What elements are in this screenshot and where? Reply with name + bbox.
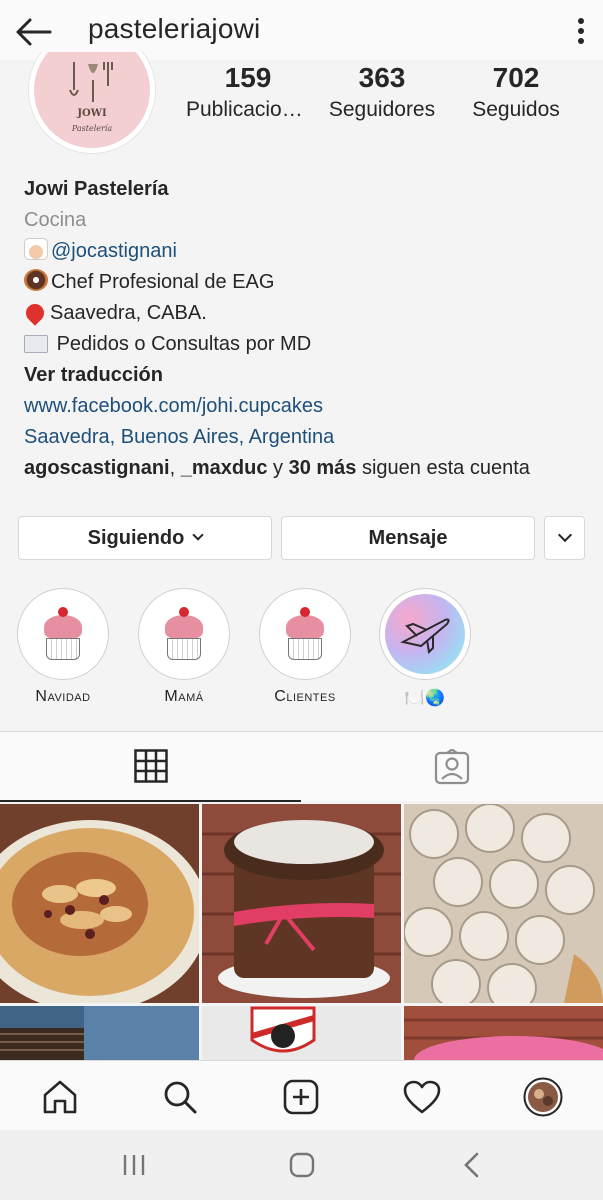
bio-location-line: Saavedra, CABA. xyxy=(50,302,207,324)
suggested-accounts-button[interactable] xyxy=(544,516,585,560)
stat-followers-label: Seguidores xyxy=(328,98,436,121)
home-button-icon[interactable] xyxy=(282,1150,322,1180)
airplane-icon xyxy=(385,594,465,674)
envelope-emoji-icon xyxy=(24,335,48,353)
bio-chef-line: Chef Profesional de EAG xyxy=(51,271,275,293)
more-options-icon[interactable] xyxy=(573,16,589,46)
stat-followers-count: 363 xyxy=(358,62,406,93)
followed-by-and: y xyxy=(267,457,289,479)
profile-category: Cocina xyxy=(24,209,87,231)
highlight-travel[interactable]: 🍽️🌏 xyxy=(375,588,475,708)
stat-followers[interactable]: 363 Seguidores xyxy=(322,62,442,122)
post-thumbnail-layer-cake[interactable] xyxy=(0,1006,199,1060)
bio-mention-link[interactable]: @jocastignani xyxy=(51,240,177,262)
system-navigation-bar xyxy=(0,1130,603,1200)
location-pin-emoji-icon xyxy=(22,300,48,326)
highlight-label: Navidad xyxy=(35,688,91,705)
search-icon[interactable] xyxy=(158,1075,202,1119)
profile-bio: Jowi Pastelería Cocina @jocastignani Che… xyxy=(22,174,584,484)
highlight-ring xyxy=(259,588,351,680)
highlight-clientes[interactable]: Clientes xyxy=(255,588,355,706)
cupcake-icon xyxy=(265,594,345,674)
stat-posts[interactable]: 159 Publicaciones xyxy=(186,62,310,122)
bio-orders-line: Pedidos o Consultas por MD xyxy=(56,333,312,355)
tagged-person-icon xyxy=(434,749,470,785)
stat-following-count: 702 xyxy=(492,62,540,93)
avatar-brand-subtitle: Pastelería xyxy=(71,124,113,133)
post-thumbnail-apple-tart[interactable] xyxy=(0,804,199,1003)
stat-posts-label: Publicaciones xyxy=(186,98,310,121)
post-thumbnail-river-plate-cake[interactable] xyxy=(202,1006,401,1060)
chevron-down-icon xyxy=(192,529,204,541)
profile-avatar[interactable]: JOWI Pastelería xyxy=(26,52,158,158)
following-button-label: Siguiendo xyxy=(87,526,185,549)
system-back-icon[interactable] xyxy=(452,1150,492,1180)
post-thumbnail-meringue-pie[interactable] xyxy=(404,804,603,1003)
add-post-icon[interactable] xyxy=(279,1075,323,1119)
top-bar: pasteleriajowi xyxy=(0,0,603,60)
post-thumbnail-chocolate-cake[interactable] xyxy=(202,804,401,1003)
tab-tagged[interactable] xyxy=(301,732,603,802)
followed-by-suffix: siguen esta cuenta xyxy=(356,457,530,479)
cupcake-icon xyxy=(144,594,224,674)
bio-website-link[interactable]: www.facebook.com/johi.cupcakes xyxy=(24,391,584,422)
message-button[interactable]: Mensaje xyxy=(281,516,535,560)
stat-following-label: Seguidos xyxy=(472,98,560,121)
highlight-navidad[interactable]: Navidad xyxy=(13,588,113,706)
see-translation-link[interactable]: Ver traducción xyxy=(24,360,584,391)
highlight-ring xyxy=(17,588,109,680)
message-button-label: Mensaje xyxy=(368,526,448,549)
follower-name-2: _maxduc xyxy=(180,457,268,479)
follower-name-1: agoscastignani xyxy=(24,457,170,479)
recent-apps-icon[interactable] xyxy=(114,1150,154,1180)
bio-address-link[interactable]: Saavedra, Buenos Aires, Argentina xyxy=(24,422,584,453)
profile-tabs xyxy=(0,731,603,802)
highlight-ring xyxy=(138,588,230,680)
followed-by-comma: , xyxy=(169,457,181,479)
grid-icon xyxy=(133,749,168,783)
followers-others-count: 30 más xyxy=(288,457,357,479)
chef-emoji-icon xyxy=(24,238,48,260)
bottom-navigation xyxy=(0,1060,603,1130)
followed-by-line[interactable]: agoscastignani, _maxduc y 30 más siguen … xyxy=(24,453,584,484)
highlight-label: Mamá xyxy=(164,688,204,705)
cupcake-icon xyxy=(23,594,103,674)
back-arrow-icon[interactable] xyxy=(14,14,54,50)
profile-display-name: Jowi Pastelería xyxy=(24,178,169,200)
following-button[interactable]: Siguiendo xyxy=(18,516,272,560)
highlight-label: Clientes xyxy=(274,688,336,705)
chevron-down-icon xyxy=(557,527,572,543)
heart-icon[interactable] xyxy=(400,1075,444,1119)
stat-posts-count: 159 xyxy=(224,62,272,93)
tab-grid[interactable] xyxy=(0,732,301,802)
home-icon[interactable] xyxy=(38,1075,82,1119)
profile-username: pasteleriajowi xyxy=(88,13,261,44)
highlight-ring xyxy=(379,588,471,680)
highlight-mama[interactable]: Mamá xyxy=(134,588,234,706)
utensils-logo-icon xyxy=(69,62,113,102)
stat-following[interactable]: 702 Seguidos xyxy=(466,62,566,122)
avatar-brand-name: JOWI xyxy=(77,108,107,119)
highlight-label: 🍽️🌏 xyxy=(404,690,446,707)
donut-emoji-icon xyxy=(24,269,48,291)
profile-avatar[interactable] xyxy=(521,1075,565,1119)
post-thumbnail-pink-cake[interactable] xyxy=(404,1006,603,1060)
